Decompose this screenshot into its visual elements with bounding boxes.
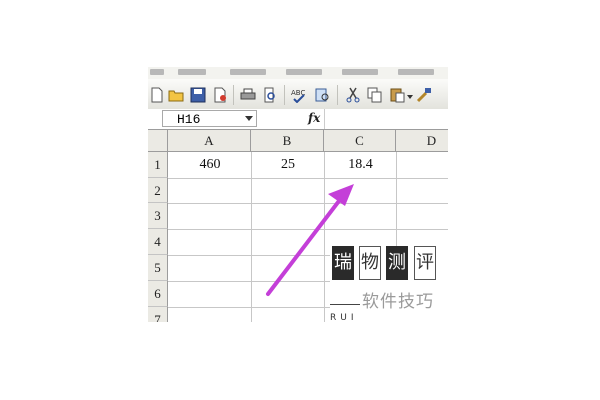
cell-a1[interactable]: 460 bbox=[169, 154, 251, 176]
name-box[interactable]: H16 bbox=[162, 110, 257, 127]
copy-icon[interactable] bbox=[367, 87, 383, 103]
column-header[interactable]: B bbox=[251, 130, 324, 152]
row-header[interactable]: 3 bbox=[148, 203, 168, 229]
watermark-logo: 瑞 物 测 评 软件技巧 RUI bbox=[330, 246, 450, 326]
research-icon[interactable] bbox=[314, 87, 330, 103]
chevron-down-icon[interactable] bbox=[245, 116, 253, 121]
standard-toolbar: ABC bbox=[148, 79, 448, 110]
cut-icon[interactable] bbox=[345, 87, 361, 103]
cell-b1[interactable]: 25 bbox=[252, 154, 324, 176]
menu-item[interactable] bbox=[178, 69, 206, 75]
open-icon[interactable] bbox=[168, 87, 184, 103]
row-gridline bbox=[168, 203, 448, 204]
column-header[interactable]: C bbox=[324, 130, 396, 152]
menu-item[interactable] bbox=[286, 69, 322, 75]
formula-divider bbox=[324, 109, 325, 129]
row-header[interactable]: 7 bbox=[148, 307, 168, 322]
new-icon[interactable] bbox=[149, 87, 165, 103]
row-gridline bbox=[168, 178, 448, 179]
column-header[interactable]: D bbox=[396, 130, 448, 152]
watermark-rule bbox=[330, 304, 360, 305]
row-header[interactable]: 1 bbox=[148, 152, 168, 178]
row-header[interactable]: 6 bbox=[148, 281, 168, 307]
toolbar-separator bbox=[233, 85, 234, 105]
paste-icon[interactable] bbox=[389, 87, 405, 103]
row-header[interactable]: 5 bbox=[148, 255, 168, 281]
watermark-latin: RUI bbox=[330, 313, 358, 323]
column-header[interactable]: A bbox=[168, 130, 251, 152]
watermark-glyph: 测 bbox=[386, 246, 408, 280]
toolbar-separator bbox=[284, 85, 285, 105]
paste-dropdown-icon[interactable] bbox=[407, 95, 413, 99]
fx-icon[interactable]: fx bbox=[308, 111, 320, 125]
watermark-subtitle: 软件技巧 bbox=[362, 292, 434, 312]
menu-item[interactable] bbox=[150, 69, 164, 75]
row-header[interactable]: 2 bbox=[148, 178, 168, 203]
row-header[interactable]: 4 bbox=[148, 229, 168, 255]
print-icon[interactable] bbox=[240, 87, 256, 103]
format-painter-icon[interactable] bbox=[416, 87, 432, 103]
save-icon[interactable] bbox=[190, 87, 206, 103]
row-gridline bbox=[168, 229, 448, 230]
cell-c1[interactable]: 18.4 bbox=[325, 154, 396, 176]
menu-item[interactable] bbox=[230, 69, 266, 75]
menu-bar bbox=[148, 67, 448, 79]
formula-bar: H16 fx bbox=[148, 109, 448, 130]
toolbar-separator bbox=[337, 85, 338, 105]
watermark-glyph: 瑞 bbox=[332, 246, 354, 280]
watermark-glyph: 物 bbox=[359, 246, 381, 280]
permission-icon[interactable] bbox=[212, 87, 228, 103]
watermark-glyph: 评 bbox=[414, 246, 436, 280]
spelling-icon[interactable]: ABC bbox=[291, 87, 307, 103]
print-preview-icon[interactable] bbox=[262, 87, 278, 103]
menu-item[interactable] bbox=[398, 69, 434, 75]
column-header-corner[interactable] bbox=[148, 130, 168, 152]
menu-item[interactable] bbox=[342, 69, 378, 75]
